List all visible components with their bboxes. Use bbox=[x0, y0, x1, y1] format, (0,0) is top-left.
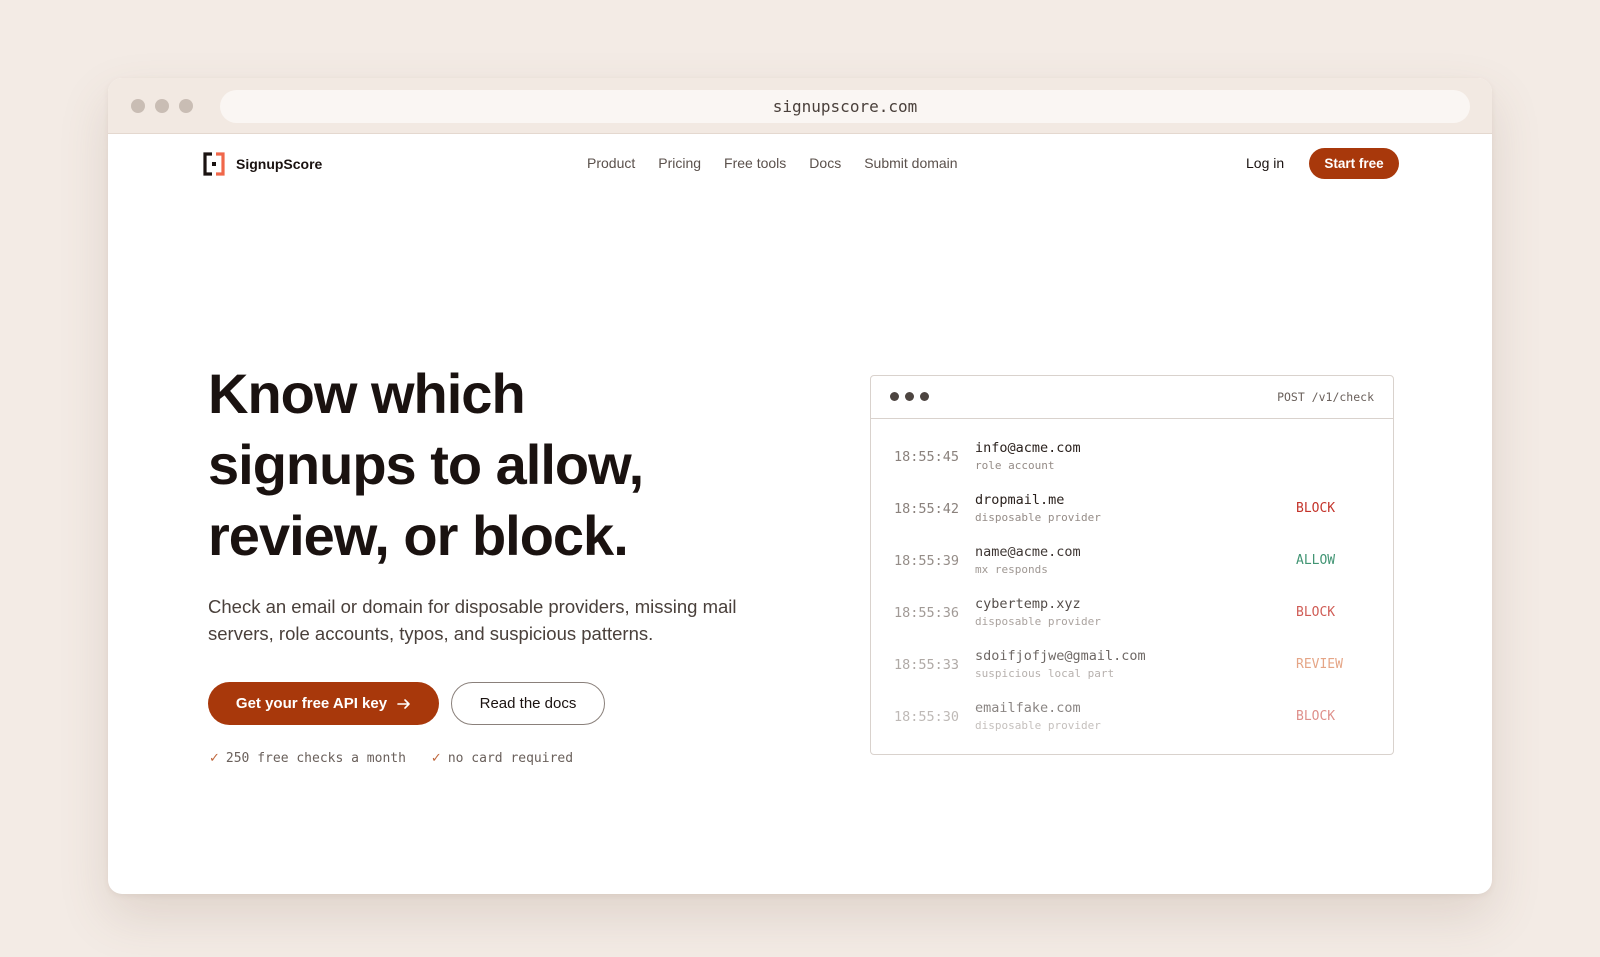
window-controls bbox=[131, 99, 193, 113]
row-time: 18:55:42 bbox=[894, 501, 960, 517]
check-row: 18:55:45 info@acme.com role account bbox=[871, 438, 1393, 490]
brand-name: SignupScore bbox=[236, 156, 323, 172]
window-dot-close[interactable] bbox=[131, 99, 145, 113]
row-verdict: BLOCK bbox=[1296, 501, 1336, 516]
get-api-key-label: Get your free API key bbox=[235, 695, 388, 712]
nav-link-pricing[interactable]: Pricing bbox=[658, 155, 701, 171]
row-time: 18:55:39 bbox=[894, 553, 960, 569]
check-row: 18:55:33 sdoifjofjwe@gmail.com suspiciou… bbox=[871, 646, 1393, 698]
get-api-key-button[interactable]: Get your free API key bbox=[208, 682, 439, 725]
row-reason: disposable provider bbox=[975, 511, 1101, 524]
hero-title-line-3: review, or block. bbox=[208, 504, 629, 567]
browser-window: signupscore.com SignupScore Product Pric… bbox=[108, 78, 1492, 894]
nav-links: Product Pricing Free tools Docs Submit d… bbox=[587, 155, 958, 171]
row-time: 18:55:33 bbox=[894, 657, 960, 673]
check-item-free-checks: ✓ 250 free checks a month bbox=[209, 751, 406, 766]
checkmark-icon: ✓ bbox=[209, 751, 220, 766]
api-endpoint: POST /v1/check bbox=[1277, 390, 1374, 404]
hero-title-line-1: Know which bbox=[208, 362, 526, 425]
row-reason: disposable provider bbox=[975, 615, 1101, 628]
address-bar[interactable]: signupscore.com bbox=[220, 90, 1470, 123]
row-email: cybertemp.xyz bbox=[975, 596, 1081, 612]
read-docs-button[interactable]: Read the docs bbox=[451, 682, 605, 725]
row-reason: suspicious local part bbox=[975, 667, 1115, 680]
row-verdict: BLOCK bbox=[1296, 605, 1336, 620]
site-logo[interactable]: SignupScore bbox=[201, 151, 322, 177]
hero-title: Know which signups to allow, review, or … bbox=[208, 358, 768, 571]
row-verdict: REVIEW bbox=[1296, 657, 1343, 672]
row-time: 18:55:36 bbox=[894, 605, 960, 621]
nav-link-product[interactable]: Product bbox=[587, 155, 635, 171]
check-row: 18:55:36 cybertemp.xyz disposable provid… bbox=[871, 594, 1393, 646]
row-email: info@acme.com bbox=[975, 440, 1081, 456]
row-email: name@acme.com bbox=[975, 544, 1081, 560]
row-verdict: BLOCK bbox=[1296, 709, 1336, 724]
check-label: no card required bbox=[447, 751, 574, 766]
feature-checks: ✓ 250 free checks a month ✓ no card requ… bbox=[209, 751, 573, 766]
login-link[interactable]: Log in bbox=[1246, 155, 1284, 171]
browser-chrome: signupscore.com bbox=[108, 78, 1492, 134]
hero-title-line-2: signups to allow, bbox=[208, 433, 644, 496]
row-verdict: ALLOW bbox=[1296, 553, 1336, 568]
row-reason: disposable provider bbox=[975, 719, 1101, 732]
check-label: 250 free checks a month bbox=[225, 751, 406, 766]
checkmark-icon: ✓ bbox=[430, 751, 442, 766]
start-free-button[interactable]: Start free bbox=[1309, 148, 1399, 179]
nav-link-submit-domain[interactable]: Submit domain bbox=[864, 155, 957, 171]
hero-subtitle: Check an email or domain for disposable … bbox=[208, 596, 737, 644]
panel-dots-icon bbox=[890, 392, 929, 401]
arrow-right-icon bbox=[397, 698, 410, 709]
row-reason: role account bbox=[975, 459, 1055, 472]
api-check-panel: POST /v1/check 18:55:45 info@acme.com ro… bbox=[870, 375, 1394, 755]
row-email: sdoifjofjwe@gmail.com bbox=[975, 648, 1146, 664]
row-email: emailfake.com bbox=[975, 700, 1081, 716]
check-item-no-card: ✓ no card required bbox=[431, 751, 573, 766]
check-row: 18:55:30 emailfake.com disposable provid… bbox=[871, 698, 1393, 750]
panel-header: POST /v1/check bbox=[871, 376, 1393, 419]
check-row: 18:55:39 name@acme.com mx responds ALLOW bbox=[871, 542, 1393, 594]
row-time: 18:55:30 bbox=[894, 709, 960, 725]
nav-link-free-tools[interactable]: Free tools bbox=[724, 155, 786, 171]
row-time: 18:55:45 bbox=[894, 449, 960, 465]
window-dot-minimize[interactable] bbox=[155, 99, 169, 113]
check-row: 18:55:42 dropmail.me disposable provider… bbox=[871, 490, 1393, 542]
logo-icon bbox=[203, 152, 225, 176]
top-navigation: SignupScore Product Pricing Free tools D… bbox=[108, 134, 1492, 196]
row-reason: mx responds bbox=[975, 563, 1048, 576]
window-dot-maximize[interactable] bbox=[179, 99, 193, 113]
nav-link-docs[interactable]: Docs bbox=[809, 155, 841, 171]
row-email: dropmail.me bbox=[975, 492, 1065, 508]
